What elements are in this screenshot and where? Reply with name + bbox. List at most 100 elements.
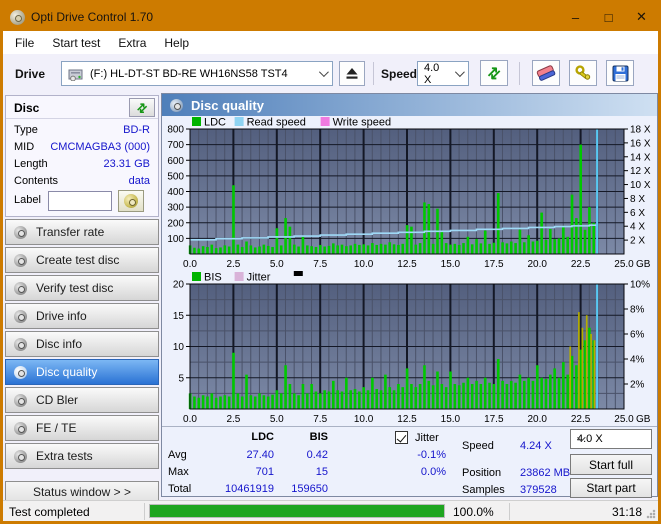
sidebar-item-create-test-disc[interactable]: Create test disc — [5, 247, 159, 273]
stats-right-label: Samples — [462, 484, 505, 496]
sidebar-item-label: Disc quality — [36, 365, 98, 379]
svg-text:12.5: 12.5 — [397, 414, 417, 425]
label-input[interactable] — [48, 191, 112, 211]
content-area: Disc ⇄ Type BD-R MID CMCMAGBA3 (000) Length 2… — [3, 93, 658, 503]
disc-info-row: MID CMCMAGBA3 (000) — [6, 141, 158, 157]
svg-text:20.0: 20.0 — [527, 414, 547, 425]
stats-right-label: Position — [462, 467, 502, 479]
svg-text:LDC: LDC — [204, 117, 226, 129]
svg-text:6%: 6% — [630, 330, 645, 341]
refresh-button[interactable]: ⇄ — [480, 60, 508, 86]
speed-value: 4.0 X — [424, 61, 440, 86]
sidebar-item-label: Drive info — [36, 309, 87, 323]
statusbar-separator — [144, 503, 145, 520]
svg-text:2.5: 2.5 — [226, 414, 240, 425]
settings-button[interactable] — [569, 60, 597, 86]
svg-text:12.5: 12.5 — [397, 259, 417, 270]
disc-quality-panel: Disc quality 100 200 300 400 500 600 700 800 2 X… — [161, 93, 658, 498]
svg-text:Write speed: Write speed — [333, 117, 392, 129]
stats-ldc-value: 27.40 — [246, 449, 274, 461]
start-full-button[interactable]: Start full — [570, 454, 652, 475]
stats-right-value: 23862 MB — [520, 467, 571, 479]
speed-select[interactable]: 4.0 X — [417, 61, 469, 86]
sidebar-item-disc-info[interactable]: Disc info — [5, 331, 159, 357]
svg-text:Read speed: Read speed — [247, 117, 306, 129]
disc-icon — [14, 225, 27, 239]
test-speed-select[interactable]: 4.0 X — [570, 429, 652, 449]
app-disc-icon — [10, 9, 25, 25]
panel-title: Disc quality — [191, 97, 264, 113]
sidebar-item-transfer-rate[interactable]: Transfer rate — [5, 219, 159, 245]
resize-grip[interactable] — [646, 509, 656, 519]
svg-text:7.5: 7.5 — [313, 414, 327, 425]
sidebar-item-label: Transfer rate — [36, 225, 105, 239]
status-bar: Test completed 100.0% 31:18 — [3, 500, 658, 521]
toolbar-separator — [519, 62, 520, 85]
minimize-button[interactable]: – — [559, 3, 592, 31]
menu-item-extra[interactable]: Extra — [109, 31, 155, 54]
erase-disc-button[interactable] — [532, 60, 560, 86]
ldc-chart: 100 200 300 400 500 600 700 800 2 X 4 X 6 X 8 X 10 X… — [167, 117, 651, 271]
svg-text:200: 200 — [167, 218, 184, 229]
bis-column-header: BIS — [309, 431, 328, 443]
svg-text:15.0: 15.0 — [441, 414, 461, 425]
maximize-button[interactable]: □ — [592, 3, 625, 31]
tools-icon — [575, 65, 591, 80]
close-button[interactable]: ✕ — [625, 3, 658, 31]
svg-text:17.5: 17.5 — [484, 259, 504, 270]
disc-icon — [14, 281, 27, 295]
drive-select[interactable]: (F:) HL-DT-ST BD-RE WH16NS58 TST4 — [61, 61, 333, 86]
sidebar-item-verify-test-disc[interactable]: Verify test disc — [5, 275, 159, 301]
disc-icon — [14, 421, 27, 435]
menu-item-file[interactable]: File — [6, 31, 43, 54]
menu-item-help[interactable]: Help — [155, 31, 198, 54]
svg-text:Jitter: Jitter — [247, 272, 271, 284]
svg-text:400: 400 — [167, 187, 184, 198]
jitter-checkbox[interactable] — [395, 431, 408, 444]
write-label-button[interactable] — [118, 190, 144, 212]
info-value: BD-R — [123, 124, 150, 136]
save-button[interactable] — [606, 60, 634, 86]
svg-text:10.0: 10.0 — [354, 414, 374, 425]
stats-ldc-value: 10461919 — [225, 483, 274, 495]
svg-text:12 X: 12 X — [630, 166, 651, 177]
stats-jitter-value: 0.0% — [420, 466, 446, 478]
sidebar-item-disc-quality[interactable]: Disc quality — [5, 359, 159, 385]
svg-text:5.0: 5.0 — [270, 414, 284, 425]
svg-text:4 X: 4 X — [630, 222, 645, 233]
disc-info-row: Contents data — [6, 175, 158, 191]
svg-text:0.0: 0.0 — [183, 414, 197, 425]
info-value: 23.31 GB — [103, 158, 150, 170]
svg-text:8%: 8% — [630, 305, 645, 316]
svg-text:4%: 4% — [630, 355, 645, 366]
label-row: Label — [6, 190, 158, 214]
stats-jitter-value: -0.1% — [417, 449, 446, 461]
disc-quality-icon — [170, 98, 183, 112]
sidebar-item-drive-info[interactable]: Drive info — [5, 303, 159, 329]
sidebar-item-cd-bler[interactable]: CD Bler — [5, 387, 159, 413]
gold-disc-icon — [124, 194, 138, 208]
app-window: Opti Drive Control 1.70 – □ ✕ File Start … — [0, 0, 661, 524]
speed-label: Speed — [381, 67, 418, 81]
stats-row-label: Avg — [168, 449, 187, 461]
window-title: Opti Drive Control 1.70 — [31, 10, 154, 24]
disc-info-panel: Disc ⇄ Type BD-R MID CMCMAGBA3 (000) Length 2… — [5, 95, 159, 217]
menu-bar: File Start test Extra Help — [3, 31, 658, 54]
svg-text:17.5: 17.5 — [484, 414, 504, 425]
sidebar-item-fe-te[interactable]: FE / TE — [5, 415, 159, 441]
svg-text:2 X: 2 X — [630, 236, 645, 247]
disc-icon — [14, 449, 27, 463]
disc-refresh-button[interactable]: ⇄ — [129, 98, 155, 117]
menu-item-start-test[interactable]: Start test — [43, 31, 109, 54]
start-part-button[interactable]: Start part — [570, 478, 652, 498]
svg-text:500: 500 — [167, 171, 184, 182]
svg-text:22.5: 22.5 — [571, 259, 591, 270]
ldc-column-header: LDC — [251, 431, 274, 443]
disc-icon — [14, 337, 27, 351]
svg-text:2.5: 2.5 — [226, 259, 240, 270]
eject-button[interactable] — [339, 61, 365, 86]
sidebar-item-label: Extra tests — [36, 449, 93, 463]
sidebar-item-extra-tests[interactable]: Extra tests — [5, 443, 159, 469]
toolbar-separator — [373, 62, 374, 85]
disc-panel-title: Disc — [14, 101, 40, 115]
